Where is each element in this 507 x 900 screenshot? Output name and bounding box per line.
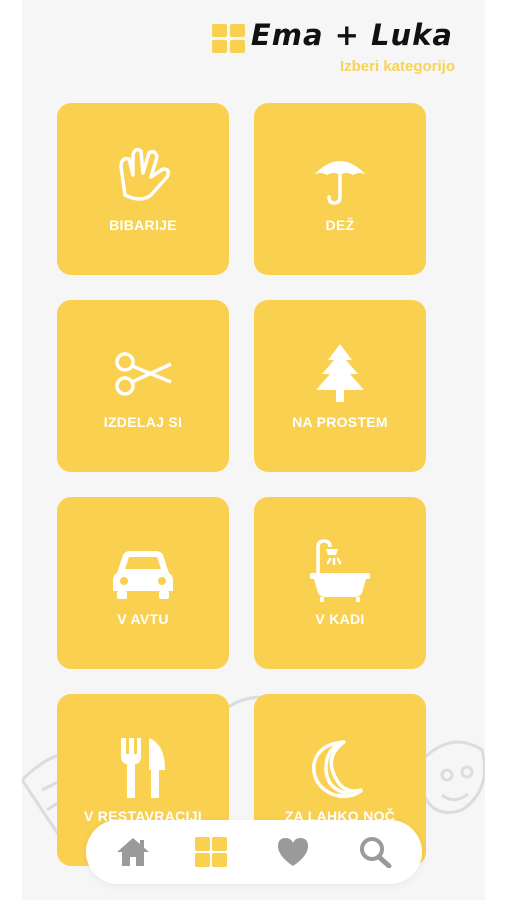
category-label: NA PROSTEM [292, 414, 388, 430]
heart-icon[interactable] [276, 836, 310, 868]
grid-icon[interactable] [194, 836, 228, 868]
cutlery-icon [121, 738, 165, 798]
app-title: Ema + Luka [250, 18, 453, 52]
category-label: V AVTU [117, 611, 169, 627]
grid-icon[interactable] [212, 24, 246, 54]
scissors-icon [115, 352, 172, 396]
bathtub-icon [310, 539, 370, 602]
category-tile-v-avtu[interactable]: V AVTU [57, 497, 229, 669]
category-label: IZDELAJ SI [103, 414, 183, 430]
category-label: BIBARIJE [109, 217, 177, 233]
category-tile-dez[interactable]: DEŽ [254, 103, 426, 275]
tree-icon [316, 344, 364, 402]
category-label: V KADI [315, 611, 365, 627]
category-tile-na-prostem[interactable]: NA PROSTEM [254, 300, 426, 472]
umbrella-icon [314, 161, 366, 205]
category-tile-izdelaj-si[interactable]: IZDELAJ SI [57, 300, 229, 472]
app-screen: Ema + Luka Izberi kategorijo BIBARIJE DE… [22, 0, 485, 900]
category-tile-v-kadi[interactable]: V KADI [254, 497, 426, 669]
hand-icon [119, 147, 171, 201]
car-icon [113, 551, 173, 599]
header: Ema + Luka Izberi kategorijo [22, 0, 485, 90]
home-icon[interactable] [116, 836, 150, 868]
search-icon[interactable] [358, 836, 392, 868]
page-subtitle: Izberi kategorijo [339, 58, 455, 75]
moon-icon [312, 740, 364, 799]
category-tile-bibarije[interactable]: BIBARIJE [57, 103, 229, 275]
category-label: DEŽ [325, 217, 355, 233]
bottom-navigation [86, 820, 422, 884]
